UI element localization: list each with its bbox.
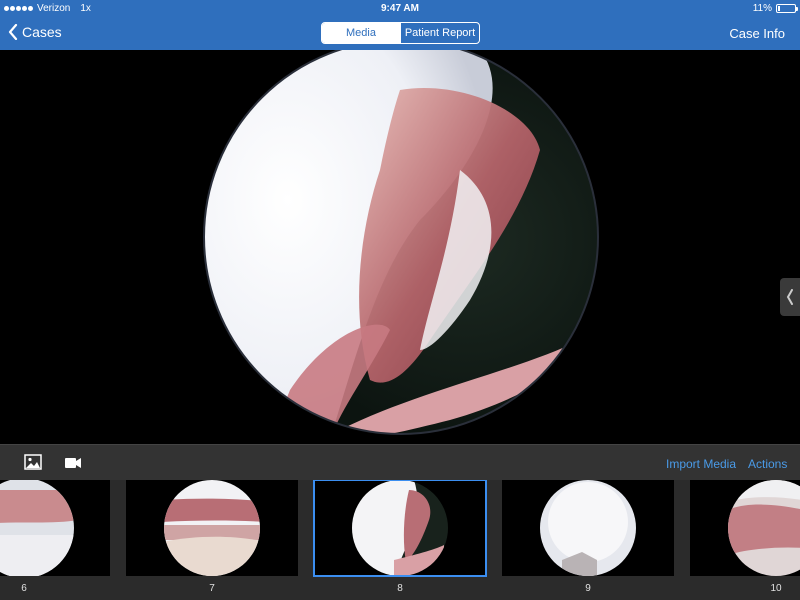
- back-to-cases-button[interactable]: Cases: [8, 24, 62, 40]
- segment-media[interactable]: Media: [322, 23, 401, 43]
- actions-button[interactable]: Actions: [748, 457, 787, 471]
- thumbnail-image: [164, 480, 260, 576]
- back-button-label: Cases: [22, 24, 62, 40]
- import-media-button[interactable]: Import Media: [666, 457, 736, 471]
- thumbnail-8[interactable]: [313, 480, 487, 577]
- navigation-bar: Cases Media Patient Report Case Info: [0, 18, 800, 50]
- thumbnail-6[interactable]: [0, 480, 110, 576]
- endoscopic-image: [203, 50, 599, 435]
- thumbnail-7[interactable]: [126, 480, 298, 576]
- thumbnail-label: 8: [397, 583, 403, 594]
- chevron-left-icon: [786, 289, 793, 305]
- thumbnail-label: 7: [209, 583, 215, 594]
- media-viewer[interactable]: [0, 50, 800, 444]
- battery-icon: [776, 4, 798, 13]
- segment-patient-report[interactable]: Patient Report: [401, 23, 479, 43]
- chevron-left-icon: [8, 24, 18, 40]
- media-toolbar: Import Media Actions: [0, 444, 800, 480]
- thumbnail-strip[interactable]: 6 7 8 9 10: [0, 480, 800, 600]
- thumbnail-image: [540, 480, 636, 576]
- battery-level: [778, 6, 780, 11]
- thumbnail-10[interactable]: [690, 480, 800, 576]
- thumbnail-label: 9: [585, 583, 591, 594]
- photo-icon[interactable]: [24, 454, 42, 470]
- thumbnail-9[interactable]: [502, 480, 674, 576]
- video-camera-icon[interactable]: [64, 456, 82, 470]
- view-segmented-control: Media Patient Report: [321, 22, 480, 44]
- thumbnail-image: [0, 480, 74, 576]
- thumbnail-label: 6: [21, 583, 27, 594]
- thumbnail-image: [728, 480, 800, 576]
- thumbnail-image: [352, 480, 448, 576]
- status-bar: Verizon 1x 9:47 AM 11%: [0, 0, 800, 18]
- case-info-button[interactable]: Case Info: [729, 26, 785, 41]
- battery-percent: 11%: [752, 3, 772, 14]
- side-panel-toggle[interactable]: [780, 278, 800, 316]
- status-time: 9:47 AM: [381, 3, 419, 14]
- thumbnail-label: 10: [770, 583, 782, 594]
- status-right: 11%: [752, 3, 798, 14]
